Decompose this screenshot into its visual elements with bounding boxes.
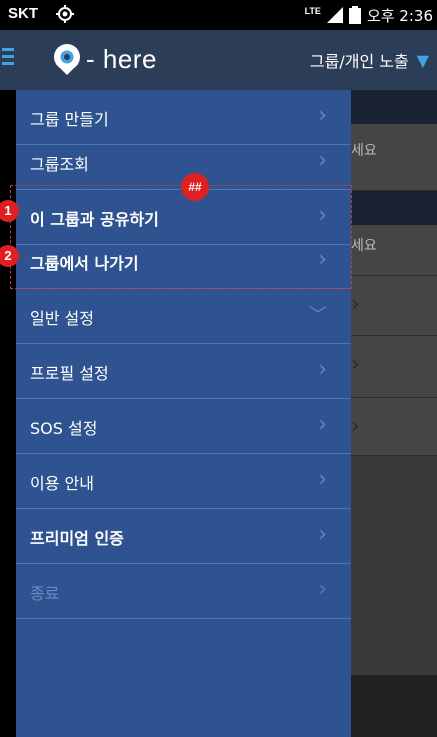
chevron-right-icon: › xyxy=(318,467,327,492)
chevron-right-icon: › xyxy=(318,577,327,602)
menu-item-label: SOS 설정 xyxy=(30,419,98,438)
status-icons: LTE 오후 2:36 xyxy=(305,4,433,26)
annotation-highlight-box xyxy=(10,185,352,289)
network-type-label: LTE xyxy=(304,6,321,16)
clock: 오후 2:36 xyxy=(366,6,433,25)
status-bar: SKT LTE 오후 2:36 xyxy=(0,0,437,30)
chevron-right-icon: › xyxy=(318,412,327,437)
menu-item-sos-settings[interactable]: SOS 설정 › xyxy=(16,399,351,454)
menu-item-premium-verification[interactable]: 프리미엄 인증 › xyxy=(16,509,351,564)
app-header: - here 그룹/개인 노출 ▼ xyxy=(0,30,437,90)
bg-section-header xyxy=(351,90,437,124)
bg-list-row[interactable]: › xyxy=(351,336,437,398)
chevron-right-icon: › xyxy=(318,103,327,128)
menu-item-general-settings[interactable]: 일반 설정 ﹀ xyxy=(16,289,351,344)
bg-list-row[interactable]: › xyxy=(351,398,437,456)
chevron-right-icon: › xyxy=(351,414,360,439)
chevron-down-icon: ▼ xyxy=(416,50,429,70)
menu-item-label: 이용 안내 xyxy=(30,474,94,493)
bg-row: 세요 xyxy=(351,225,437,276)
chevron-right-icon: › xyxy=(351,292,360,317)
background-content: 세요 세요 › › › xyxy=(351,90,437,737)
menu-item-label: 그룹조회 xyxy=(30,155,89,174)
bg-bottom-bar xyxy=(351,675,437,737)
menu-item-usage-guide[interactable]: 이용 안내 › xyxy=(16,454,351,509)
menu-item-exit[interactable]: 종료 › xyxy=(16,564,351,619)
battery-icon xyxy=(348,6,361,24)
app-logo-text: - here xyxy=(86,44,157,74)
menu-toggle-icon[interactable] xyxy=(0,44,18,74)
bg-section-header xyxy=(351,191,437,225)
menu-item-label: 프리미엄 인증 xyxy=(30,529,124,548)
chevron-right-icon: › xyxy=(318,148,327,173)
chevron-down-icon: ﹀ xyxy=(309,305,327,326)
chevron-right-icon: › xyxy=(351,352,360,377)
signal-icon xyxy=(326,7,343,23)
menu-item-profile-settings[interactable]: 프로필 설정 › xyxy=(16,344,351,399)
menu-item-label: 프로필 설정 xyxy=(30,364,109,383)
gps-icon xyxy=(56,5,74,23)
menu-item-label: 종료 xyxy=(30,584,60,603)
group-toggle-label: 그룹/개인 노출 xyxy=(309,52,409,71)
menu-item-label: 일반 설정 xyxy=(30,309,94,328)
chevron-right-icon: › xyxy=(318,522,327,547)
menu-item-label: 그룹 만들기 xyxy=(30,110,109,129)
annotation-tag: ## xyxy=(181,173,209,201)
logo-icon xyxy=(54,44,80,75)
chevron-right-icon: › xyxy=(318,357,327,382)
bg-row: 세요 xyxy=(351,124,437,191)
carrier-label: SKT xyxy=(8,5,38,22)
group-visibility-toggle[interactable]: 그룹/개인 노출 ▼ xyxy=(310,48,429,72)
bg-list-row[interactable]: › xyxy=(351,276,437,336)
